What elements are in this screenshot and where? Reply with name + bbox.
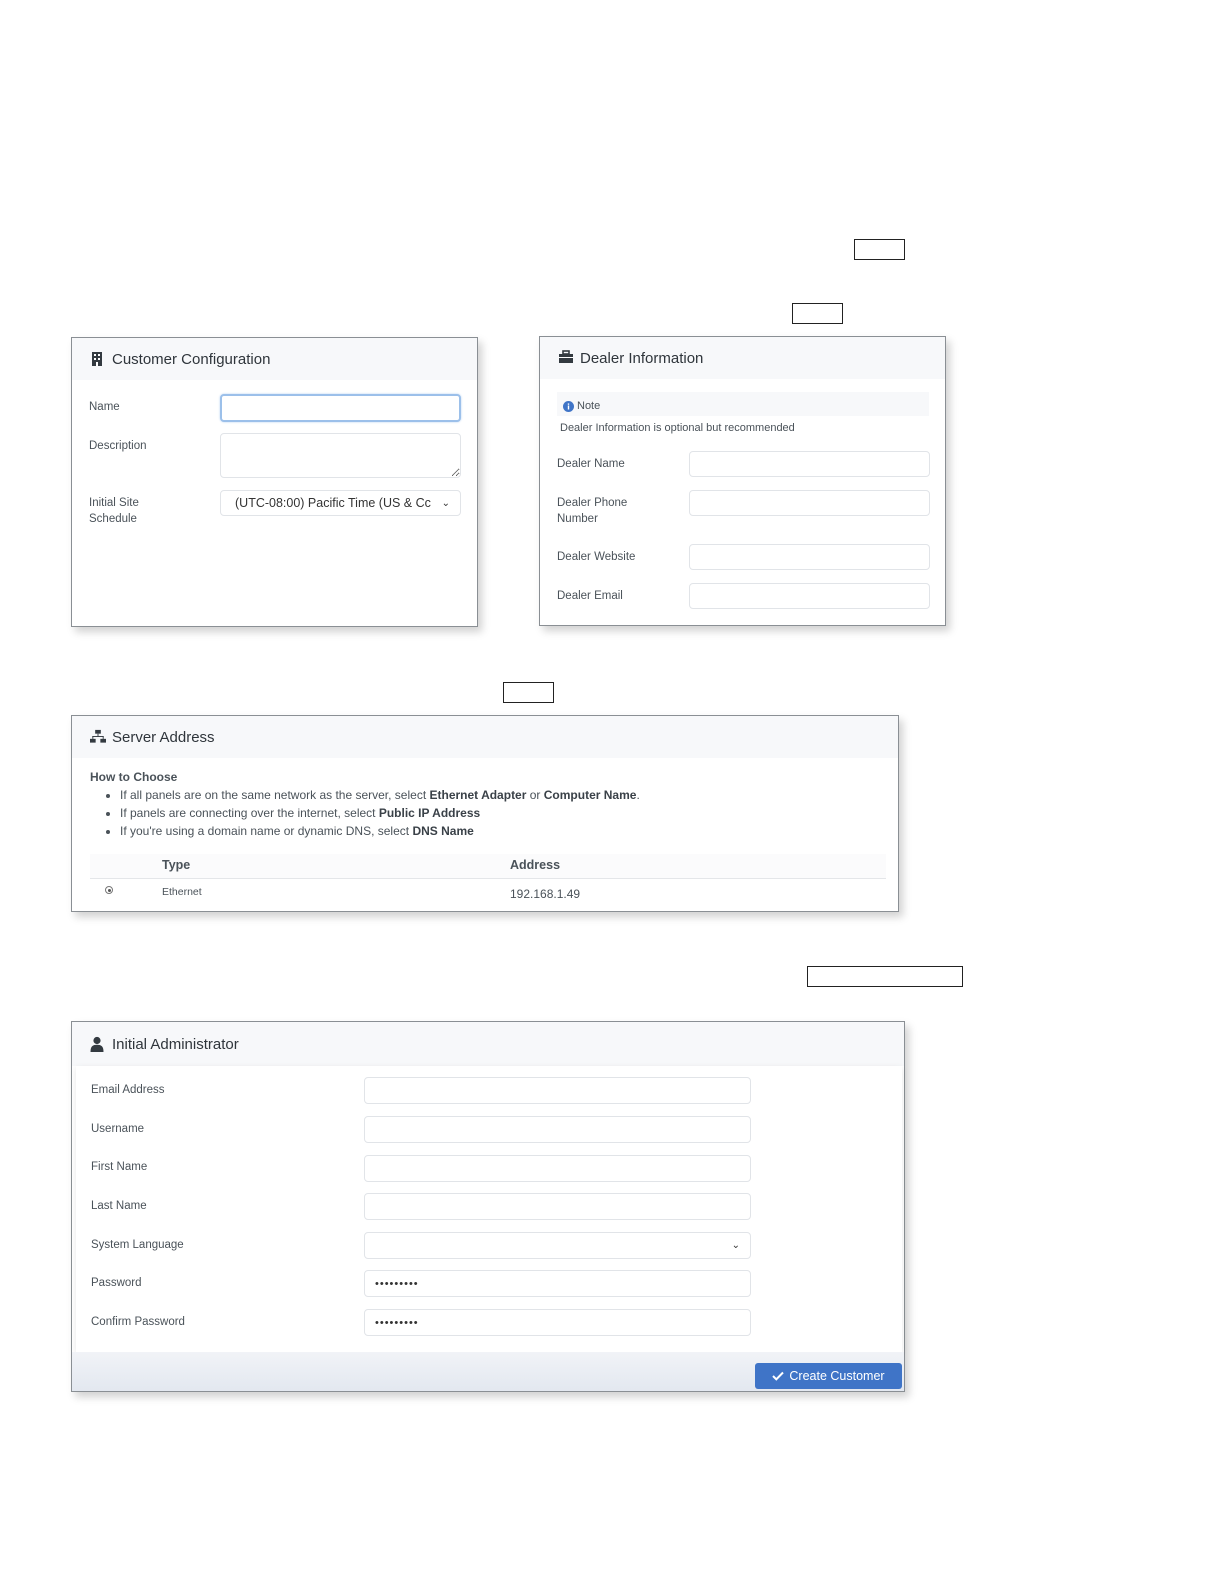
ethernet-radio[interactable] [105, 886, 113, 894]
username-input[interactable] [364, 1116, 751, 1143]
network-icon [90, 729, 106, 745]
help-bullet: If panels are connecting over the intern… [120, 804, 890, 822]
building-icon [90, 351, 106, 367]
initial-administrator-panel: Initial Administrator Email Address User… [71, 1021, 905, 1392]
confirm-password-input[interactable]: ••••••••• [364, 1309, 751, 1336]
chevron-down-icon: ⌄ [731, 1240, 740, 1251]
row-type: Ethernet [162, 886, 202, 898]
checkmark-icon [772, 1371, 785, 1381]
language-label: System Language [91, 1239, 184, 1251]
help-bullet-emphasis: Ethernet Adapter [429, 788, 527, 802]
help-bullet-text: . [636, 788, 640, 802]
note-text: Dealer Information is optional but recom… [560, 422, 795, 434]
callout-box-4 [807, 966, 963, 987]
callout-box-2 [792, 303, 843, 324]
name-label: Name [89, 401, 120, 413]
panel-header: Initial Administrator [72, 1022, 904, 1066]
panel-title: Dealer Information [580, 349, 704, 367]
note-box [557, 392, 929, 416]
briefcase-icon [558, 350, 574, 366]
first-name-input[interactable] [364, 1155, 751, 1182]
last-name-label: Last Name [91, 1200, 147, 1212]
panel-title: Customer Configuration [112, 350, 271, 368]
help-bullet: If you're using a domain name or dynamic… [120, 822, 890, 840]
last-name-input[interactable] [364, 1193, 751, 1220]
dealer-website-input[interactable] [689, 544, 930, 570]
confirm-password-label: Confirm Password [91, 1316, 185, 1328]
schedule-selected-value: (UTC-08:00) Pacific Time (US & Cc [235, 496, 431, 510]
description-textarea[interactable] [220, 433, 461, 478]
panel-header: Customer Configuration [72, 338, 477, 380]
dealer-email-label: Dealer Email [557, 590, 623, 602]
how-to-choose-list: If all panels are on the same network as… [90, 786, 890, 840]
language-select[interactable]: ⌄ [364, 1232, 751, 1259]
column-header-type: Type [162, 858, 191, 872]
note-title: Note [563, 398, 600, 414]
dealer-email-input[interactable] [689, 583, 930, 609]
help-bullet-emphasis: Public IP Address [378, 806, 481, 820]
first-name-label: First Name [91, 1161, 148, 1173]
schedule-label: Initial Site Schedule [89, 497, 139, 525]
dealer-information-panel: Dealer Information Note Dealer Informati… [539, 336, 946, 626]
panel-header: Dealer Information [540, 337, 945, 379]
table-header-band [90, 854, 886, 879]
password-input[interactable]: ••••••••• [364, 1270, 751, 1297]
user-icon [90, 1036, 106, 1052]
dealer-phone-label: Dealer Phone Number [557, 497, 628, 525]
customer-name-input[interactable] [220, 394, 461, 422]
callout-box-1 [854, 239, 905, 260]
help-bullet-text: If panels are connecting over the intern… [120, 806, 379, 820]
dealer-phone-input[interactable] [689, 490, 930, 516]
customer-configuration-panel: Customer Configuration Name Description … [71, 337, 478, 627]
panel-header: Server Address [72, 716, 898, 758]
help-bullet-emphasis: DNS Name [412, 824, 474, 838]
create-customer-button[interactable]: Create Customer [755, 1363, 902, 1389]
help-bullet-text: or [526, 788, 544, 802]
info-icon [563, 400, 574, 412]
dealer-website-label: Dealer Website [557, 551, 636, 563]
help-bullet-text: If all panels are on the same network as… [120, 788, 430, 802]
schedule-select[interactable]: (UTC-08:00) Pacific Time (US & Cc ⌄ [220, 490, 461, 516]
help-bullet: If all panels are on the same network as… [120, 786, 890, 804]
chevron-down-icon: ⌄ [441, 497, 450, 509]
how-to-choose-heading: How to Choose [90, 770, 178, 784]
password-label: Password [91, 1277, 142, 1289]
help-bullet-emphasis: Computer Name [543, 788, 637, 802]
column-header-address: Address [510, 858, 561, 872]
panel-title: Server Address [112, 728, 215, 746]
dealer-name-label: Dealer Name [557, 458, 625, 470]
description-label: Description [89, 440, 147, 452]
server-address-panel: Server Address How to Choose If all pane… [71, 715, 899, 912]
email-label: Email Address [91, 1084, 165, 1096]
confirm-password-mask: ••••••••• [375, 1316, 419, 1329]
password-mask: ••••••••• [375, 1277, 419, 1290]
email-input[interactable] [364, 1077, 751, 1104]
username-label: Username [91, 1123, 145, 1135]
help-bullet-text: If you're using a domain name or dynamic… [120, 824, 413, 838]
panel-title: Initial Administrator [112, 1035, 239, 1053]
callout-box-3 [503, 682, 554, 703]
dealer-name-input[interactable] [689, 451, 930, 477]
row-address: 192.168.1.49 [510, 887, 581, 901]
create-customer-label: Create Customer [789, 1369, 885, 1383]
